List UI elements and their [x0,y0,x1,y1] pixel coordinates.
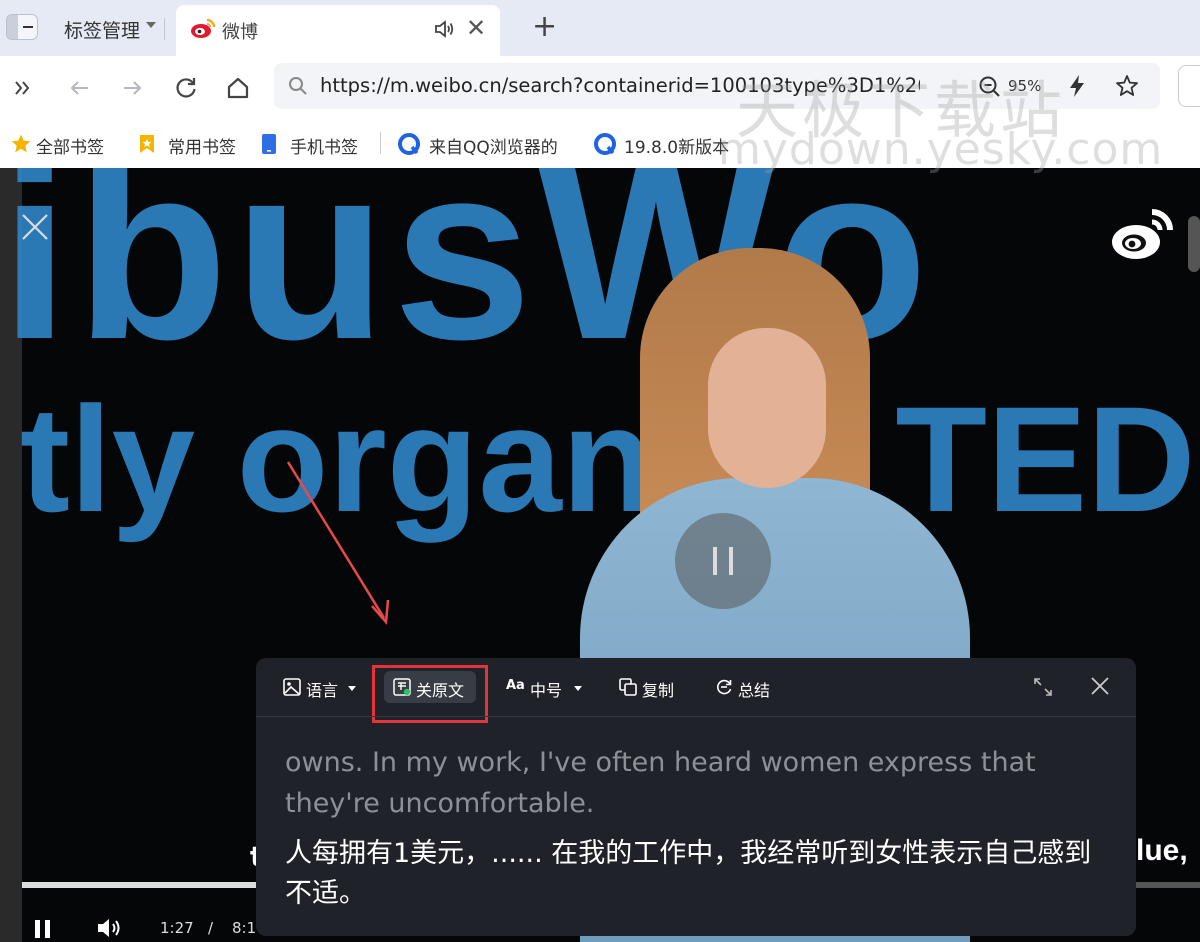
original-text: owns. In my work, I've often heard women… [285,747,1036,819]
tab-weibo[interactable]: 微博 ✕ [176,5,500,56]
close-video-icon[interactable] [20,212,50,242]
home-icon[interactable] [222,72,254,104]
sidebar-expand-icon[interactable] [8,72,40,104]
qq-browser-icon [398,133,420,155]
translated-text: 人每拥有1美元，...... 在我的工作中，我经常听到女性表示自己感到不适。 [285,838,1092,909]
chevron-down-icon [348,686,356,691]
language-icon [283,678,301,696]
copy-icon [619,678,637,696]
speaker-icon[interactable] [432,17,456,41]
annotation-arrow [286,461,390,626]
address-bar[interactable]: https://m.weibo.cn/search?containerid=10… [274,63,1160,109]
tab-title: 微博 [222,22,258,43]
speaker-face [708,328,826,488]
font-size-button[interactable]: Aa 中号 [506,674,586,700]
language-button[interactable]: 语言 [282,674,362,700]
bookmark-separator [380,132,381,154]
panel-divider [256,716,1136,717]
video-background-text-2: tly organiz | TED [20,375,1196,543]
search-icon [289,77,307,95]
zoom-level[interactable]: 95% [1008,77,1041,95]
weibo-logo [1112,209,1173,259]
tab-group-icon[interactable] [6,14,38,40]
back-icon[interactable] [64,72,96,104]
tab-divider [164,18,165,40]
url-text[interactable]: https://m.weibo.cn/search?containerid=10… [320,74,920,97]
close-panel-icon[interactable] [1090,676,1110,696]
translation-panel: 语言 关原文 Aa 中号 复制 总结 owns. In my work, I'v… [256,658,1136,936]
summary-button[interactable]: 总结 [714,674,784,700]
toolbar: https://m.weibo.cn/search?containerid=10… [0,56,1200,118]
star-icon [11,134,31,153]
current-time: 1:27 [160,919,194,937]
tab-bar: 标签管理 微博 ✕ + [0,0,1200,56]
phone-icon [262,134,276,154]
zoom-icon[interactable] [978,75,1002,99]
summary-icon [717,679,732,695]
new-tab-button[interactable]: + [532,12,557,42]
reload-icon[interactable] [170,72,202,104]
volume-icon[interactable] [96,916,124,940]
chevron-down-icon[interactable] [146,22,156,28]
lightning-icon[interactable] [1064,73,1090,99]
font-size-icon: Aa [506,678,525,693]
bookmark-star-icon[interactable] [1114,73,1140,99]
time-separator: / [208,919,214,937]
scrollbar-thumb[interactable] [1188,216,1200,272]
video-subtitle-fragment-right: lue, [1136,834,1188,867]
close-tab-icon[interactable]: ✕ [466,14,486,42]
bookmark-icon [140,135,154,153]
copy-button[interactable]: 复制 [618,674,688,700]
weibo-icon [191,18,216,38]
total-time: 8:1 [232,919,257,937]
forward-icon[interactable] [116,72,148,104]
pause-icon[interactable] [32,918,54,940]
extension-button[interactable] [1178,65,1200,107]
chevron-down-icon [574,686,582,691]
qq-browser-icon [594,133,616,155]
expand-icon[interactable] [1032,676,1054,698]
pause-overlay-button[interactable] [675,513,771,609]
annotation-highlight-box [372,665,488,723]
video-progress-fill [22,882,258,888]
bookmarks-bar: 全部书签 常用书签 手机书签 来自QQ浏览器的 19.8.0新版本 [0,118,1200,168]
tab-manager-label[interactable]: 标签管理 [64,16,140,43]
